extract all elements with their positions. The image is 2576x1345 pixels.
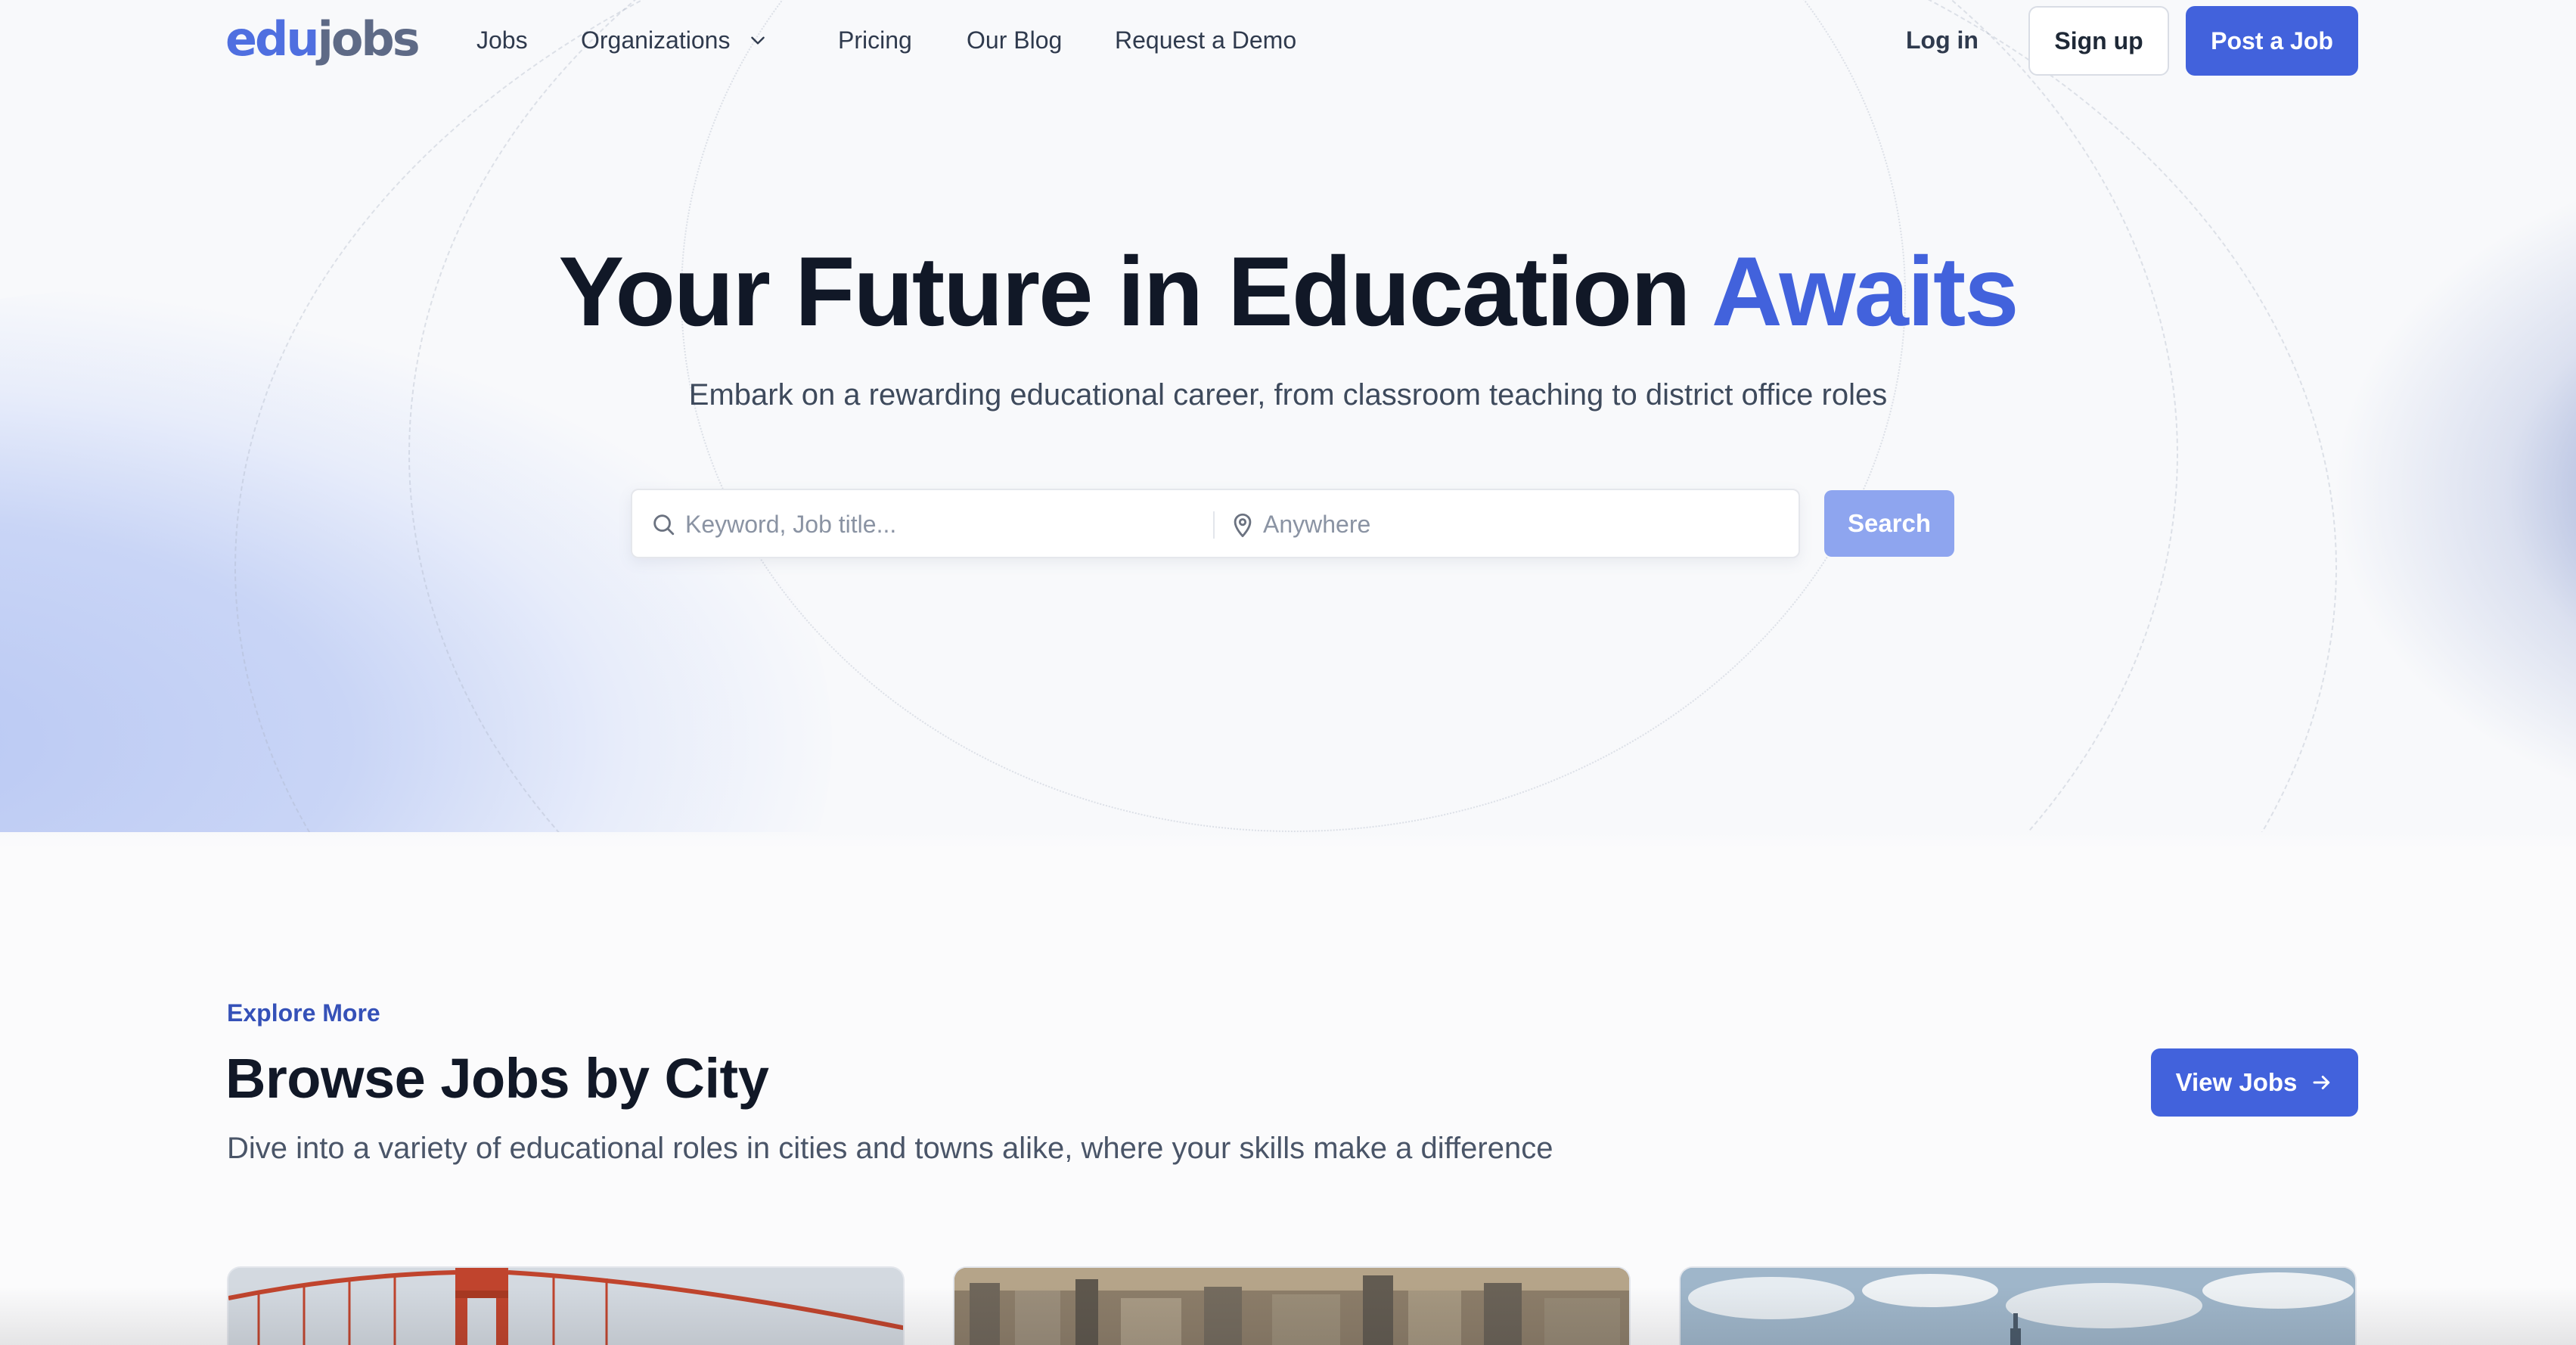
bridge-city-photo xyxy=(228,1268,903,1345)
skyline-clouds-photo xyxy=(1681,1268,2355,1345)
edujobs-logo[interactable]: edujobs xyxy=(225,11,421,68)
job-search-bar xyxy=(631,489,1800,558)
top-navbar: edujobs Jobs Organizations Pricing Our B… xyxy=(0,0,2576,80)
section-subtitle: Dive into a variety of educational roles… xyxy=(227,1132,1553,1165)
nav-link-request-demo[interactable]: Request a Demo xyxy=(1115,24,1296,56)
nav-link-label: Jobs xyxy=(476,26,528,54)
section-eyebrow: Explore More xyxy=(227,999,380,1027)
hero-title: Your Future in Education Awaits xyxy=(0,227,2576,356)
nav-link-organizations[interactable]: Organizations xyxy=(581,24,768,56)
nav-link-pricing[interactable]: Pricing xyxy=(838,24,912,56)
city-card-aerial[interactable] xyxy=(953,1266,1631,1345)
arrow-right-icon xyxy=(2313,1076,2330,1089)
search-button[interactable]: Search xyxy=(1824,490,1954,557)
location-search-input[interactable] xyxy=(1263,502,1777,546)
signup-button[interactable]: Sign up xyxy=(2028,6,2169,76)
logo-text-edu: edu xyxy=(225,11,320,67)
nav-link-jobs[interactable]: Jobs xyxy=(476,24,528,56)
keyword-search-input[interactable] xyxy=(685,502,1215,546)
post-job-button[interactable]: Post a Job xyxy=(2186,6,2358,76)
section-title: Browse Jobs by City xyxy=(225,1047,769,1110)
map-pin-icon xyxy=(1234,513,1252,537)
view-jobs-button[interactable]: View Jobs xyxy=(2151,1048,2358,1117)
nav-link-label: Pricing xyxy=(838,26,912,54)
hero-section xyxy=(0,0,2576,849)
chevron-down-icon xyxy=(751,36,765,45)
view-jobs-label: View Jobs xyxy=(2175,1068,2298,1096)
city-card-skyline[interactable] xyxy=(1679,1266,2357,1345)
nav-link-blog[interactable]: Our Blog xyxy=(967,24,1062,56)
aerial-city-photo xyxy=(954,1268,1629,1345)
login-button[interactable]: Log in xyxy=(1906,24,1979,56)
hero-title-main: Your Future in Education xyxy=(558,236,1712,346)
hero-subtitle: Embark on a rewarding educational career… xyxy=(688,378,1888,412)
nav-link-label: Organizations xyxy=(581,26,731,54)
search-divider xyxy=(1213,511,1215,539)
city-card-bridge[interactable] xyxy=(227,1266,905,1345)
nav-link-label: Our Blog xyxy=(967,26,1063,54)
search-icon xyxy=(653,514,675,536)
nav-link-label: Request a Demo xyxy=(1115,26,1297,54)
hero-title-accent: Awaits xyxy=(1711,236,2019,346)
logo-text-jobs: jobs xyxy=(317,11,421,67)
